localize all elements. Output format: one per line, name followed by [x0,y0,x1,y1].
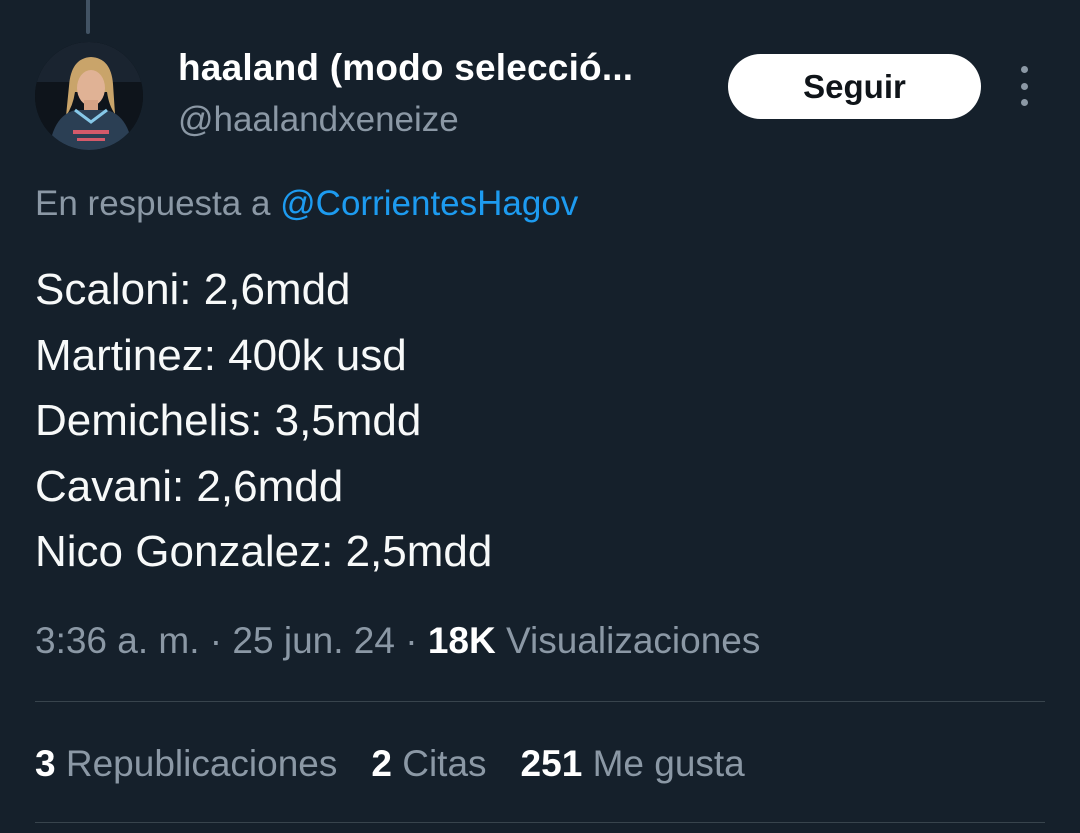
avatar-image [35,42,143,150]
follow-button[interactable]: Seguir [728,54,981,119]
divider [35,701,1045,702]
tweet-line: Cavani: 2,6mdd [35,461,344,511]
stat-count: 3 [35,743,56,784]
views-count: 18K [427,620,496,661]
stat-label: Republicaciones [65,743,338,784]
tweet-date[interactable]: 25 jun. 24 [232,620,395,661]
reply-context: En respuesta a @CorrientesHagov [35,184,578,224]
divider [35,822,1045,823]
author-name[interactable]: haaland (modo selecció... [178,47,633,89]
reply-prefix: En respuesta a [35,184,281,223]
stat-count: 2 [371,743,392,784]
tweet-line: Scaloni: 2,6mdd [35,265,351,314]
stat-likes[interactable]: 251 Me gusta [521,743,745,785]
tweet-meta: 3:36 a. m. · 25 jun. 24 · 18K Visualizac… [35,620,760,662]
stat-count: 251 [520,743,583,784]
tweet-time[interactable]: 3:36 a. m. [35,620,200,661]
more-vertical-icon[interactable] [1008,66,1040,106]
reply-mention-link[interactable]: @CorrientesHagov [280,184,578,223]
stat-label: Citas [402,743,487,784]
tweet-text: Scaloni: 2,6mdd Martinez: 400k usd Demic… [35,257,492,585]
stat-reposts[interactable]: 3 Republicaciones [35,743,337,785]
author-handle[interactable]: @haalandxeneize [178,100,459,140]
views-label: Visualizaciones [506,620,761,661]
more-dot [1020,82,1028,90]
more-dot [1020,66,1028,73]
meta-separator: · [394,620,428,661]
tweet-line: Martinez: 400k usd [35,330,407,380]
engagement-stats: 3 Republicaciones 2 Citas 251 Me gusta [35,743,779,785]
meta-separator: · [199,620,233,661]
thread-connector-line [86,0,90,34]
avatar[interactable] [35,42,143,150]
tweet-line: Nico Gonzalez: 2,5mdd [35,527,493,576]
tweet-line: Demichelis: 3,5mdd [35,396,422,445]
stat-label: Me gusta [592,743,745,784]
stat-quotes[interactable]: 2 Citas [371,743,486,785]
more-dot [1020,99,1028,106]
